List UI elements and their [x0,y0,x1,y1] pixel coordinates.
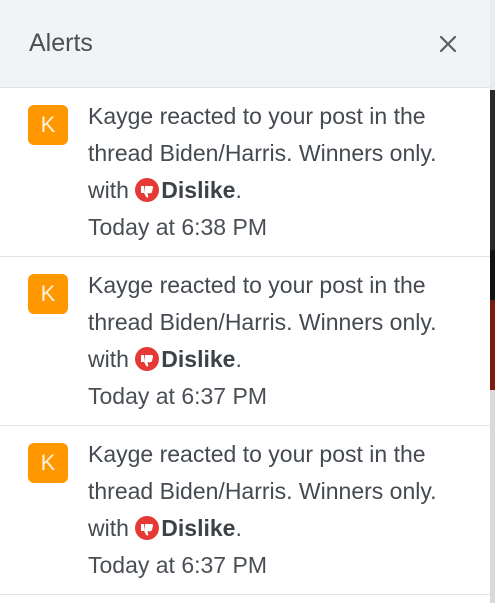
background-page-edge [490,0,495,603]
alert-thread-link[interactable]: Biden/Harris. Winners only. [160,309,437,335]
dislike-icon [135,516,160,540]
dislike-icon [135,178,160,202]
alert-item[interactable]: K Kayge reacted to your post in the thre… [0,257,490,426]
alert-user-link[interactable]: Kayge [88,441,153,467]
alert-text: Kayge reacted to your post in the thread… [88,436,468,584]
alert-item[interactable]: K Kayge reacted to your post in the thre… [0,426,490,595]
alerts-header: Alerts [0,0,490,88]
alert-with: with [88,515,129,541]
avatar[interactable]: K [28,274,68,314]
alert-period: . [235,515,242,541]
alert-period: . [235,177,242,203]
alert-thread-link[interactable]: Biden/Harris. Winners only. [160,478,437,504]
close-icon [439,35,457,52]
alert-with: with [88,177,129,203]
reaction-name: Dislike [161,515,236,541]
avatar[interactable]: K [28,443,68,483]
alert-time: Today at 6:38 PM [88,214,267,240]
alert-time: Today at 6:37 PM [88,552,267,578]
alert-item[interactable]: K Kayge reacted to your post in the thre… [0,88,490,257]
alert-time: Today at 6:37 PM [88,383,267,409]
alert-user-link[interactable]: Kayge [88,103,153,129]
reaction-name: Dislike [161,177,236,203]
avatar[interactable]: K [28,105,68,145]
alert-with: with [88,346,129,372]
reaction-name: Dislike [161,346,236,372]
alert-thread-link[interactable]: Biden/Harris. Winners only. [160,140,437,166]
alert-text: Kayge reacted to your post in the thread… [88,267,468,415]
alert-period: . [235,346,242,372]
close-button[interactable] [436,32,460,56]
alerts-panel: Alerts K Kayge reacted to your post in t… [0,0,490,603]
alerts-title: Alerts [29,29,93,57]
alert-user-link[interactable]: Kayge [88,272,153,298]
dislike-icon [135,347,160,371]
alert-text: Kayge reacted to your post in the thread… [88,98,468,246]
